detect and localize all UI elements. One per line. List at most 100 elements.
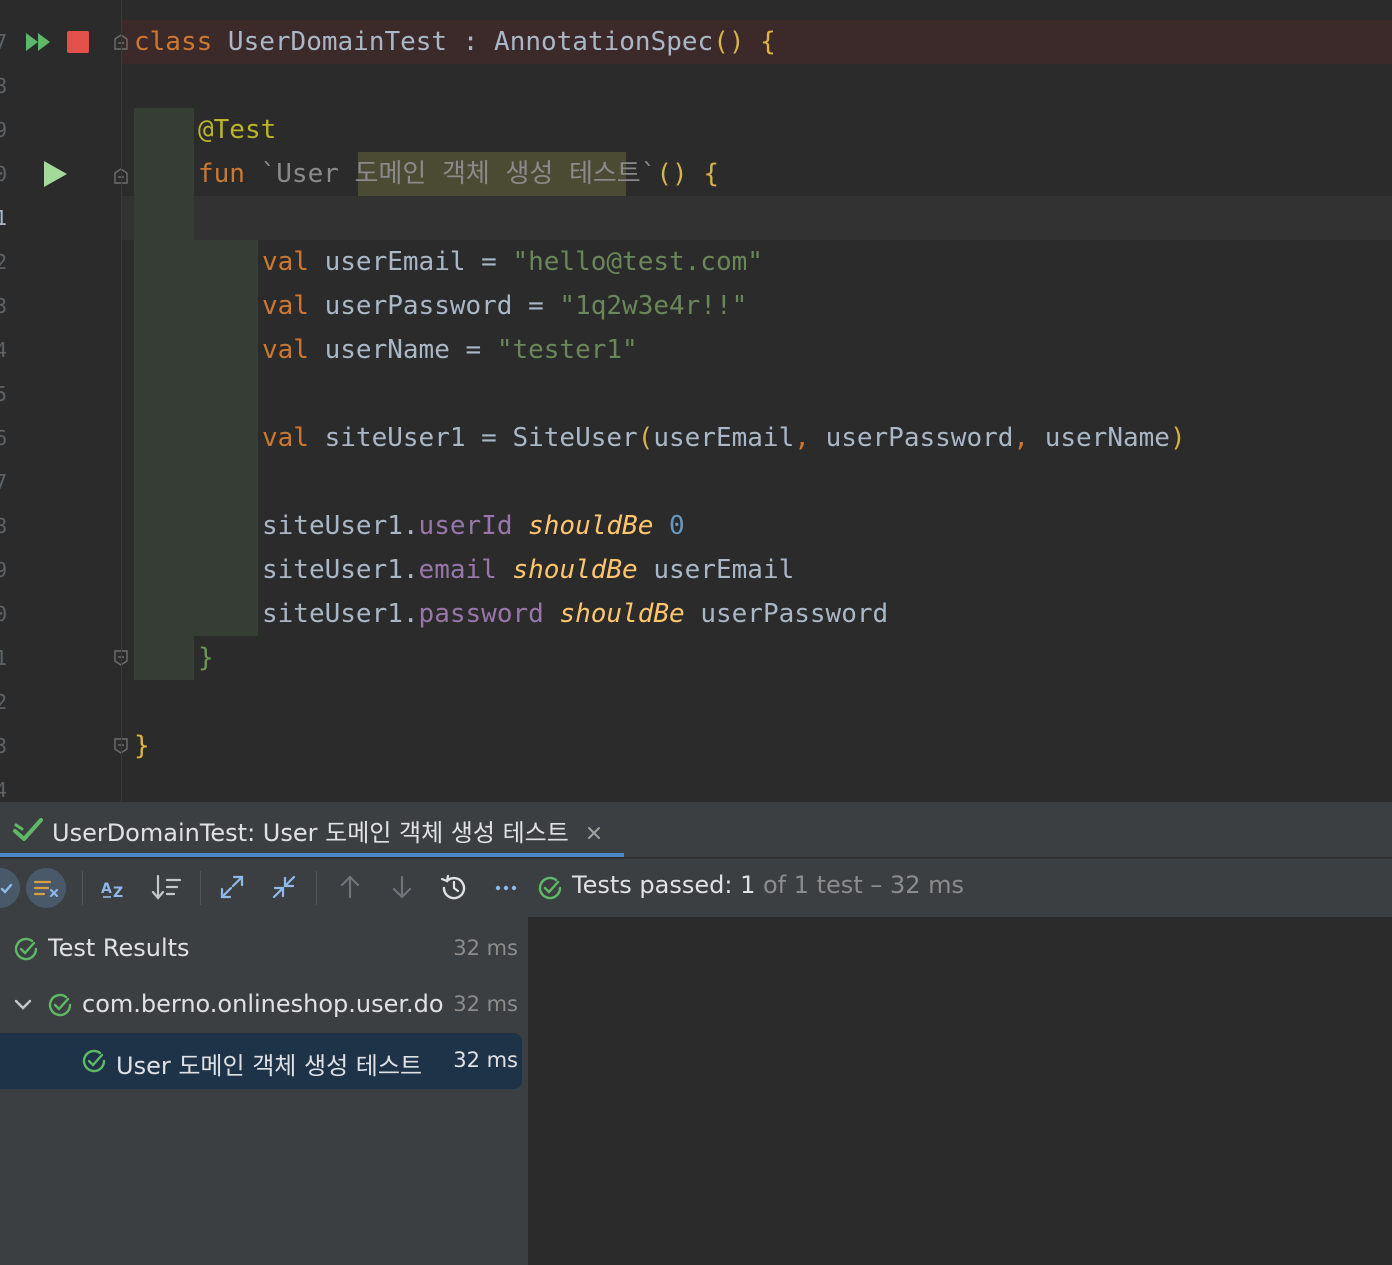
run-all-icon[interactable] [24, 30, 54, 54]
active-tab-indicator [0, 853, 624, 857]
history-icon[interactable] [438, 872, 470, 904]
test-passed-icon [82, 1049, 106, 1073]
list-filter-icon [33, 880, 58, 897]
tree-row-label: User 도메인 객체 생성 테스트 [116, 1052, 423, 1080]
argument: userPassword [825, 423, 1014, 453]
close-tab-icon[interactable] [586, 825, 602, 841]
line-number: 1 [0, 646, 8, 670]
stop-icon[interactable] [66, 31, 90, 53]
run-tab-title[interactable]: UserDomainTest: User 도메인 객체 생성 테스트 [52, 813, 569, 848]
line-number: 4 [0, 338, 8, 362]
editor-gutter: 7 8 9 0 1 2 3 4 5 6 7 8 9 0 1 2 3 4 [0, 0, 128, 802]
test-output-console[interactable] [529, 917, 1392, 1265]
brace: } [134, 731, 150, 761]
comma: , [794, 423, 826, 453]
tree-row-label: Test Results [48, 934, 190, 962]
line-number: 8 [0, 74, 8, 98]
line-number: 1 [0, 206, 8, 230]
argument: userEmail [653, 423, 795, 453]
line-number: 8 [0, 514, 8, 538]
backtick: ` [640, 159, 657, 189]
brace: { [744, 27, 776, 57]
line-number: 2 [0, 690, 8, 714]
more-options-icon[interactable] [492, 873, 520, 901]
show-passed-toggle[interactable] [0, 868, 20, 908]
paren: ) [1169, 423, 1186, 453]
sort-by-duration-icon[interactable] [150, 873, 182, 903]
svg-text:Z: Z [113, 885, 123, 901]
run-test-icon[interactable] [42, 160, 68, 188]
code-line-val-password[interactable]: val userPassword = "1q2w3e4r!!" [262, 284, 747, 328]
code-line-val-email[interactable]: val userEmail = "hello@test.com" [262, 240, 763, 284]
receiver: siteUser1. [262, 599, 419, 629]
test-passed-icon [14, 937, 38, 961]
chevron-down-icon[interactable] [12, 995, 34, 1015]
line-number: 7 [0, 470, 8, 494]
collapse-all-icon[interactable] [270, 873, 298, 901]
passed-count: 1 [740, 871, 756, 899]
gutter-divider [121, 0, 122, 802]
tree-row-package[interactable]: com.berno.onlineshop.user.do 32 ms [0, 977, 522, 1033]
indent-guide-level1 [134, 108, 194, 680]
expand-all-icon[interactable] [218, 873, 246, 901]
variable-assign: siteUser1 = SiteUser [308, 423, 638, 453]
code-line-annotation[interactable]: @Test [198, 108, 276, 152]
function-name: `User [244, 159, 355, 189]
keyword: fun [198, 159, 245, 189]
test-runner-toolbar: A Z Tests passed: 1 of 1 test – 32 ms [0, 858, 1392, 918]
keyword: class [134, 27, 213, 57]
code-editor[interactable]: 7 8 9 0 1 2 3 4 5 6 7 8 9 0 1 2 3 4 clas… [0, 0, 1392, 802]
code-line-class-close[interactable]: } [134, 724, 150, 768]
argument: userName [1044, 423, 1170, 453]
tests-passed-icon [538, 876, 562, 900]
number-literal: 0 [669, 511, 685, 541]
code-line-fun-decl[interactable]: fun `User 도메인 객체 생성 테스트`() { [198, 152, 719, 196]
tree-row-test-results[interactable]: Test Results 32 ms [0, 921, 522, 977]
code-line-fun-close[interactable]: } [198, 636, 214, 680]
code-line-assert-password[interactable]: siteUser1.password shouldBe userPassword [262, 592, 888, 636]
line-number: 2 [0, 250, 8, 274]
line-number: 4 [0, 778, 8, 802]
line-number: 9 [0, 118, 8, 142]
code-line-val-name[interactable]: val userName = "tester1" [262, 328, 638, 372]
line-number: 0 [0, 162, 8, 186]
code-line-assert-email[interactable]: siteUser1.email shouldBe userEmail [262, 548, 794, 592]
keyword: val [262, 423, 309, 453]
show-ignored-toggle[interactable] [26, 868, 66, 908]
code-line-assert-userid[interactable]: siteUser1.userId shouldBe 0 [262, 504, 685, 548]
expected-value: userEmail [653, 555, 795, 585]
previous-failed-icon[interactable] [336, 873, 364, 901]
fun-params-brace: () { [656, 159, 719, 189]
annotation: @Test [198, 115, 277, 145]
next-failed-icon[interactable] [388, 873, 416, 901]
run-tab-strip: UserDomainTest: User 도메인 객체 생성 테스트 [0, 803, 1392, 857]
variable-assign: userEmail = [308, 247, 513, 277]
line-number: 5 [0, 382, 8, 406]
tree-row-duration: 32 ms [453, 1048, 518, 1072]
code-line-class-decl[interactable]: class UserDomainTest : AnnotationSpec() … [134, 20, 776, 64]
receiver: siteUser1. [262, 555, 419, 585]
variable-assign: userPassword = [308, 291, 560, 321]
paren: ( [637, 423, 654, 453]
variable-assign: userName = [308, 335, 497, 365]
class-signature: UserDomainTest : AnnotationSpec [212, 27, 714, 57]
tree-row-test-case[interactable]: User 도메인 객체 생성 테스트 32 ms [0, 1033, 522, 1089]
string-literal: "hello@test.com" [512, 247, 763, 277]
infix-fn: shouldBe [559, 599, 685, 629]
test-status-summary: Tests passed: 1 of 1 test – 32 ms [572, 871, 964, 899]
keyword: val [262, 335, 309, 365]
line-number: 3 [0, 734, 8, 758]
property: userId [418, 511, 513, 541]
test-results-tree: Test Results 32 ms com.berno.onlineshop.… [0, 917, 529, 1265]
code-line-val-siteuser[interactable]: val siteUser1 = SiteUser(userEmail, user… [262, 416, 1186, 460]
toolbar-separator [316, 871, 317, 905]
keyword: val [262, 247, 309, 277]
string-literal: "1q2w3e4r!!" [559, 291, 748, 321]
line-number: 7 [0, 30, 8, 54]
test-passed-icon [48, 993, 72, 1017]
sort-alphabetically-icon[interactable]: A Z [100, 873, 130, 903]
svg-text:A: A [101, 881, 112, 897]
infix-fn: shouldBe [528, 511, 654, 541]
comma: , [1013, 423, 1045, 453]
run-tool-window: UserDomainTest: User 도메인 객체 생성 테스트 A Z T… [0, 802, 1392, 1265]
